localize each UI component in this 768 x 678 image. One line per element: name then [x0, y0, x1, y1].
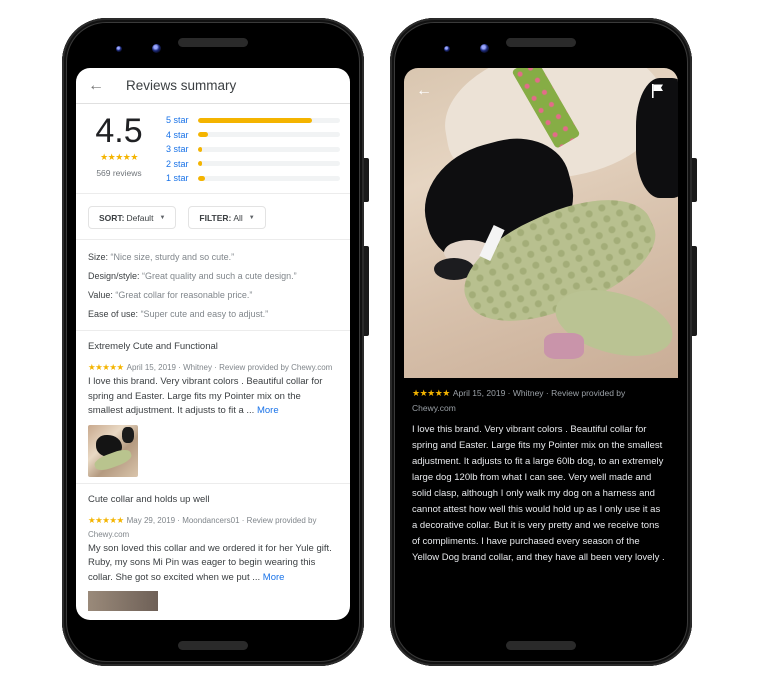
front-camera	[480, 44, 489, 53]
rating-stars-icon: ★★★★★	[100, 152, 138, 162]
histogram-track	[198, 146, 340, 152]
rating-histogram: 5 star 4 star 3 star 2 star 1 star	[166, 112, 340, 183]
reviews-summary-screen: ← Reviews summary 4.5 ★★★★★ 569 reviews …	[76, 68, 350, 620]
aspect-quote: “Super cute and easy to adjust.”	[140, 309, 269, 319]
histogram-track	[198, 132, 340, 138]
histogram-row[interactable]: 4 star	[166, 128, 340, 143]
phone-right: ← ★★★★★ April 15, 2019 · Whitney · Review…	[390, 18, 697, 666]
flag-icon[interactable]	[652, 84, 664, 98]
more-link[interactable]: More	[257, 405, 279, 416]
review-title: Cute collar and holds up well	[88, 493, 210, 505]
review-text: My son loved this collar and we ordered …	[88, 542, 332, 583]
review-full-text: I love this brand. Very vibrant colors .…	[412, 424, 665, 563]
front-sensor	[444, 46, 450, 52]
more-link[interactable]: More	[263, 572, 285, 583]
star-rating-icon: ★★★★★	[412, 388, 450, 398]
volume-button	[692, 246, 697, 336]
chevron-down-icon: ▼	[248, 214, 255, 221]
back-arrow-icon[interactable]: ←	[416, 82, 432, 100]
rating-score: 4.5	[95, 112, 143, 150]
aspect-quote: “Great quality and such a cute design.”	[142, 271, 297, 281]
review-meta: ★★★★★ May 29, 2019 · Moondancers01 · Revi…	[88, 513, 338, 542]
aspect-highlights: Size: “Nice size, sturdy and so cute.” D…	[76, 240, 350, 331]
histogram-label[interactable]: 4 star	[166, 130, 198, 140]
star-rating-icon: ★★★★★	[88, 514, 124, 525]
rating-summary: 4.5 ★★★★★ 569 reviews 5 star 4 star 3 star…	[76, 104, 350, 194]
aspect-item: Size: “Nice size, sturdy and so cute.”	[88, 248, 338, 267]
aspect-key: Design/style:	[88, 271, 140, 281]
star-rating-icon: ★★★★★	[88, 362, 124, 372]
aspect-quote: “Great collar for reasonable price.”	[115, 290, 253, 300]
aspect-item: Design/style: “Great quality and such a …	[88, 267, 338, 286]
photo-dog-shape	[122, 426, 134, 443]
review-title: Extremely Cute and Functional	[88, 341, 218, 352]
volume-button	[364, 246, 369, 336]
review-photo-thumbnail[interactable]	[88, 591, 158, 611]
histogram-row[interactable]: 2 star	[166, 157, 340, 172]
overall-rating: 4.5 ★★★★★ 569 reviews	[88, 112, 150, 183]
histogram-label[interactable]: 3 star	[166, 144, 198, 154]
histogram-row[interactable]: 1 star	[166, 171, 340, 186]
filter-bar: SORT: Default ▼ FILTER: All ▼	[76, 194, 350, 240]
earpiece-speaker	[506, 38, 576, 47]
sort-dropdown[interactable]: SORT: Default ▼	[88, 206, 177, 229]
back-arrow-icon[interactable]: ←	[88, 77, 104, 94]
histogram-fill	[198, 117, 312, 123]
aspect-key: Ease of use:	[88, 309, 139, 319]
histogram-label[interactable]: 1 star	[166, 173, 198, 183]
power-button	[364, 158, 369, 202]
review-detail: ★★★★★ April 15, 2019 · Whitney · Review p…	[412, 386, 668, 566]
app-bar: ← Reviews summary	[76, 68, 350, 104]
histogram-track	[198, 117, 340, 123]
histogram-label[interactable]: 2 star	[166, 159, 198, 169]
review-meta: ★★★★★ April 15, 2019 · Whitney · Review p…	[88, 360, 338, 375]
front-sensor	[116, 46, 122, 52]
review-body: My son loved this collar and we ordered …	[88, 542, 338, 586]
sort-value: Default	[126, 212, 154, 223]
filter-key: FILTER:	[199, 212, 232, 223]
review-detail-screen: ← ★★★★★ April 15, 2019 · Whitney · Review…	[404, 68, 678, 620]
review-body: I love this brand. Very vibrant colors .…	[88, 375, 338, 419]
aspect-key: Size:	[88, 252, 109, 262]
histogram-track	[198, 175, 340, 181]
review-text: I love this brand. Very vibrant colors .…	[88, 376, 323, 416]
histogram-track	[198, 161, 340, 167]
aspect-quote: “Nice size, sturdy and so cute.”	[110, 252, 235, 262]
photo-toy-tongue	[544, 333, 584, 359]
review-meta-text: April 15, 2019 · Whitney · Review provid…	[126, 363, 333, 372]
review-photo: ←	[404, 68, 678, 378]
histogram-fill	[198, 146, 203, 152]
histogram-row[interactable]: 3 star	[166, 142, 340, 157]
histogram-fill	[198, 132, 208, 138]
front-camera	[152, 44, 161, 53]
sort-key: SORT:	[99, 212, 125, 223]
review-card: Extremely Cute and Functional ★★★★★ April…	[76, 331, 350, 484]
bottom-speaker	[178, 641, 248, 650]
review-photo-thumbnail[interactable]	[88, 424, 138, 477]
histogram-fill	[198, 161, 202, 167]
filter-value: All	[233, 212, 243, 223]
phone-left: ← Reviews summary 4.5 ★★★★★ 569 reviews …	[62, 18, 369, 666]
aspect-item: Ease of use: “Super cute and easy to adj…	[88, 305, 338, 324]
power-button	[692, 158, 697, 202]
filter-dropdown[interactable]: FILTER: All ▼	[188, 206, 266, 229]
review-count: 569 reviews	[96, 168, 142, 178]
bottom-speaker	[506, 641, 576, 650]
chevron-down-icon: ▼	[159, 214, 166, 221]
aspect-key: Value:	[88, 290, 113, 300]
histogram-row[interactable]: 5 star	[166, 113, 340, 128]
review-card: Cute collar and holds up well ★★★★★ May 2…	[76, 484, 350, 618]
histogram-label[interactable]: 5 star	[166, 115, 198, 125]
aspect-item: Value: “Great collar for reasonable pric…	[88, 286, 338, 305]
review-meta: ★★★★★ April 15, 2019 · Whitney · Review p…	[412, 386, 668, 416]
histogram-fill	[198, 175, 206, 181]
earpiece-speaker	[178, 38, 248, 47]
page-title: Reviews summary	[126, 78, 237, 93]
